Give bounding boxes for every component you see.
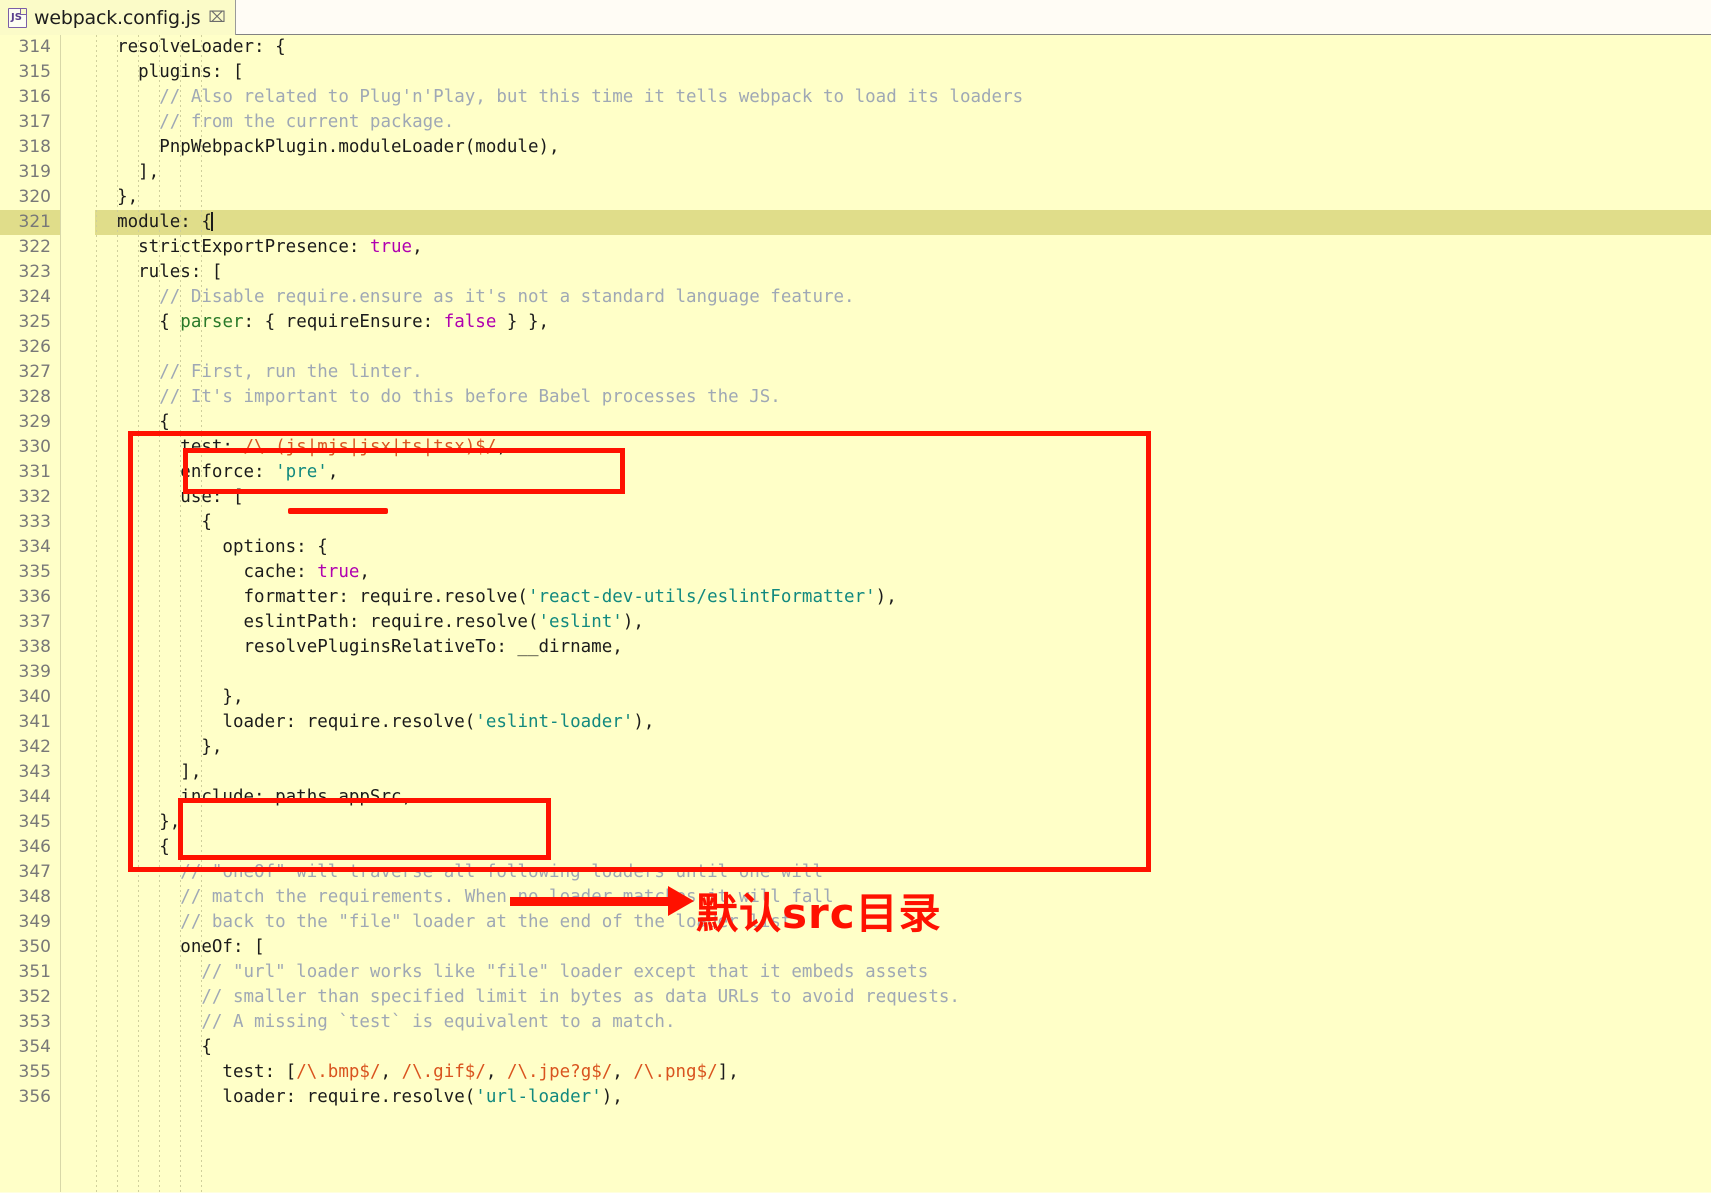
code-line[interactable]: resolveLoader: { bbox=[96, 35, 1711, 60]
code-line[interactable]: plugins: [ bbox=[96, 60, 1711, 85]
code-line[interactable]: }, bbox=[96, 685, 1711, 710]
code-line[interactable]: { bbox=[96, 410, 1711, 435]
line-number: 354 bbox=[18, 1037, 51, 1057]
line-number: 349 bbox=[18, 912, 51, 932]
code-line[interactable]: { bbox=[96, 835, 1711, 860]
line-number: 339 bbox=[18, 662, 51, 682]
line-number: 316 bbox=[18, 87, 51, 107]
code-text-area[interactable]: resolveLoader: { plugins: [ // Also rela… bbox=[96, 35, 1711, 1192]
chinese-annotation-note: 默认src目录 bbox=[696, 889, 942, 938]
line-number: 336 bbox=[18, 587, 51, 607]
code-line[interactable]: }, bbox=[96, 735, 1711, 760]
line-number: 335 bbox=[18, 562, 51, 582]
line-number: 348 bbox=[18, 887, 51, 907]
code-line[interactable]: // from the current package. bbox=[96, 110, 1711, 135]
line-number: 346 bbox=[18, 837, 51, 857]
code-editor[interactable]: 314 315 316 317 318 319 320 321 322 323 324 325 326 3… bbox=[0, 35, 1711, 1192]
line-number: 353 bbox=[18, 1012, 51, 1032]
code-line[interactable]: use: [ bbox=[96, 485, 1711, 510]
code-line[interactable]: strictExportPresence: true, bbox=[96, 235, 1711, 260]
line-number: 318 bbox=[18, 137, 51, 157]
line-number: 324 bbox=[18, 287, 51, 307]
code-line[interactable]: // It's important to do this before Babe… bbox=[96, 385, 1711, 410]
tab-bar-empty-space bbox=[235, 0, 1711, 34]
line-number: 317 bbox=[18, 112, 51, 132]
code-line[interactable] bbox=[96, 335, 1711, 360]
code-line[interactable]: include: paths.appSrc, bbox=[96, 785, 1711, 810]
code-line[interactable]: ], bbox=[96, 760, 1711, 785]
line-number: 347 bbox=[18, 862, 51, 882]
line-number: 352 bbox=[18, 987, 51, 1007]
line-number: 344 bbox=[18, 787, 51, 807]
code-line[interactable]: { bbox=[96, 510, 1711, 535]
close-icon[interactable]: ⌧ bbox=[207, 10, 225, 25]
code-line[interactable]: options: { bbox=[96, 535, 1711, 560]
line-number: 322 bbox=[18, 237, 51, 257]
gutter-separator bbox=[60, 35, 61, 1192]
line-number: 337 bbox=[18, 612, 51, 632]
code-line[interactable]: PnpWebpackPlugin.moduleLoader(module), bbox=[96, 135, 1711, 160]
line-number-gutter: 314 315 316 317 318 319 320 321 322 323 324 325 326 3… bbox=[0, 35, 60, 1192]
line-number: 338 bbox=[18, 637, 51, 657]
code-line[interactable]: test: [/\.bmp$/, /\.gif$/, /\.jpe?g$/, /… bbox=[96, 1060, 1711, 1085]
code-line[interactable]: enforce: 'pre', bbox=[96, 460, 1711, 485]
code-line[interactable]: // A missing `test` is equivalent to a m… bbox=[96, 1010, 1711, 1035]
line-number: 326 bbox=[18, 337, 51, 357]
code-line[interactable]: cache: true, bbox=[96, 560, 1711, 585]
javascript-file-icon: JS bbox=[8, 7, 27, 28]
code-line[interactable]: { bbox=[96, 1035, 1711, 1060]
line-number: 334 bbox=[18, 537, 51, 557]
line-number: 320 bbox=[18, 187, 51, 207]
code-line[interactable]: // Disable require.ensure as it's not a … bbox=[96, 285, 1711, 310]
code-line[interactable]: }, bbox=[96, 185, 1711, 210]
code-line[interactable]: ], bbox=[96, 160, 1711, 185]
code-line[interactable]: rules: [ bbox=[96, 260, 1711, 285]
line-number: 325 bbox=[18, 312, 51, 332]
editor-window: JS webpack.config.js ⌧ 314 315 316 317 318 31… bbox=[0, 0, 1711, 1193]
line-number: 329 bbox=[18, 412, 51, 432]
line-number: 314 bbox=[18, 37, 51, 57]
tab-bar: JS webpack.config.js ⌧ bbox=[0, 0, 1711, 35]
tab-webpack-config-js[interactable]: JS webpack.config.js ⌧ bbox=[0, 0, 236, 35]
code-line[interactable] bbox=[96, 660, 1711, 685]
line-number: 340 bbox=[18, 687, 51, 707]
line-number: 327 bbox=[18, 362, 51, 382]
code-line[interactable]: // smaller than specified limit in bytes… bbox=[96, 985, 1711, 1010]
code-line[interactable]: resolvePluginsRelativeTo: __dirname, bbox=[96, 635, 1711, 660]
code-line[interactable]: test: /\.(js|mjs|jsx|ts|tsx)$/, bbox=[96, 435, 1711, 460]
code-line[interactable]: // Also related to Plug'n'Play, but this… bbox=[96, 85, 1711, 110]
line-number: 341 bbox=[18, 712, 51, 732]
line-number: 321 bbox=[18, 212, 51, 232]
line-number: 332 bbox=[18, 487, 51, 507]
line-number: 345 bbox=[18, 812, 51, 832]
line-number: 356 bbox=[18, 1087, 51, 1107]
line-number: 315 bbox=[18, 62, 51, 82]
line-number: 319 bbox=[18, 162, 51, 182]
line-number: 350 bbox=[18, 937, 51, 957]
code-line[interactable]: formatter: require.resolve('react-dev-ut… bbox=[96, 585, 1711, 610]
line-number: 328 bbox=[18, 387, 51, 407]
code-line[interactable]: loader: require.resolve('url-loader'), bbox=[96, 1085, 1711, 1110]
code-line[interactable]: // "url" loader works like "file" loader… bbox=[96, 960, 1711, 985]
line-number: 355 bbox=[18, 1062, 51, 1082]
code-line[interactable]: module: { bbox=[96, 210, 1711, 235]
code-line[interactable]: { parser: { requireEnsure: false } }, bbox=[96, 310, 1711, 335]
code-line[interactable]: }, bbox=[96, 810, 1711, 835]
line-number: 330 bbox=[18, 437, 51, 457]
folding-strip[interactable] bbox=[61, 35, 95, 1192]
code-line[interactable]: // First, run the linter. bbox=[96, 360, 1711, 385]
tab-title: webpack.config.js bbox=[34, 6, 201, 29]
code-line[interactable]: loader: require.resolve('eslint-loader')… bbox=[96, 710, 1711, 735]
line-number: 331 bbox=[18, 462, 51, 482]
line-number: 351 bbox=[18, 962, 51, 982]
code-line[interactable]: eslintPath: require.resolve('eslint'), bbox=[96, 610, 1711, 635]
line-number: 333 bbox=[18, 512, 51, 532]
line-number: 343 bbox=[18, 762, 51, 782]
line-number: 323 bbox=[18, 262, 51, 282]
line-number: 342 bbox=[18, 737, 51, 757]
